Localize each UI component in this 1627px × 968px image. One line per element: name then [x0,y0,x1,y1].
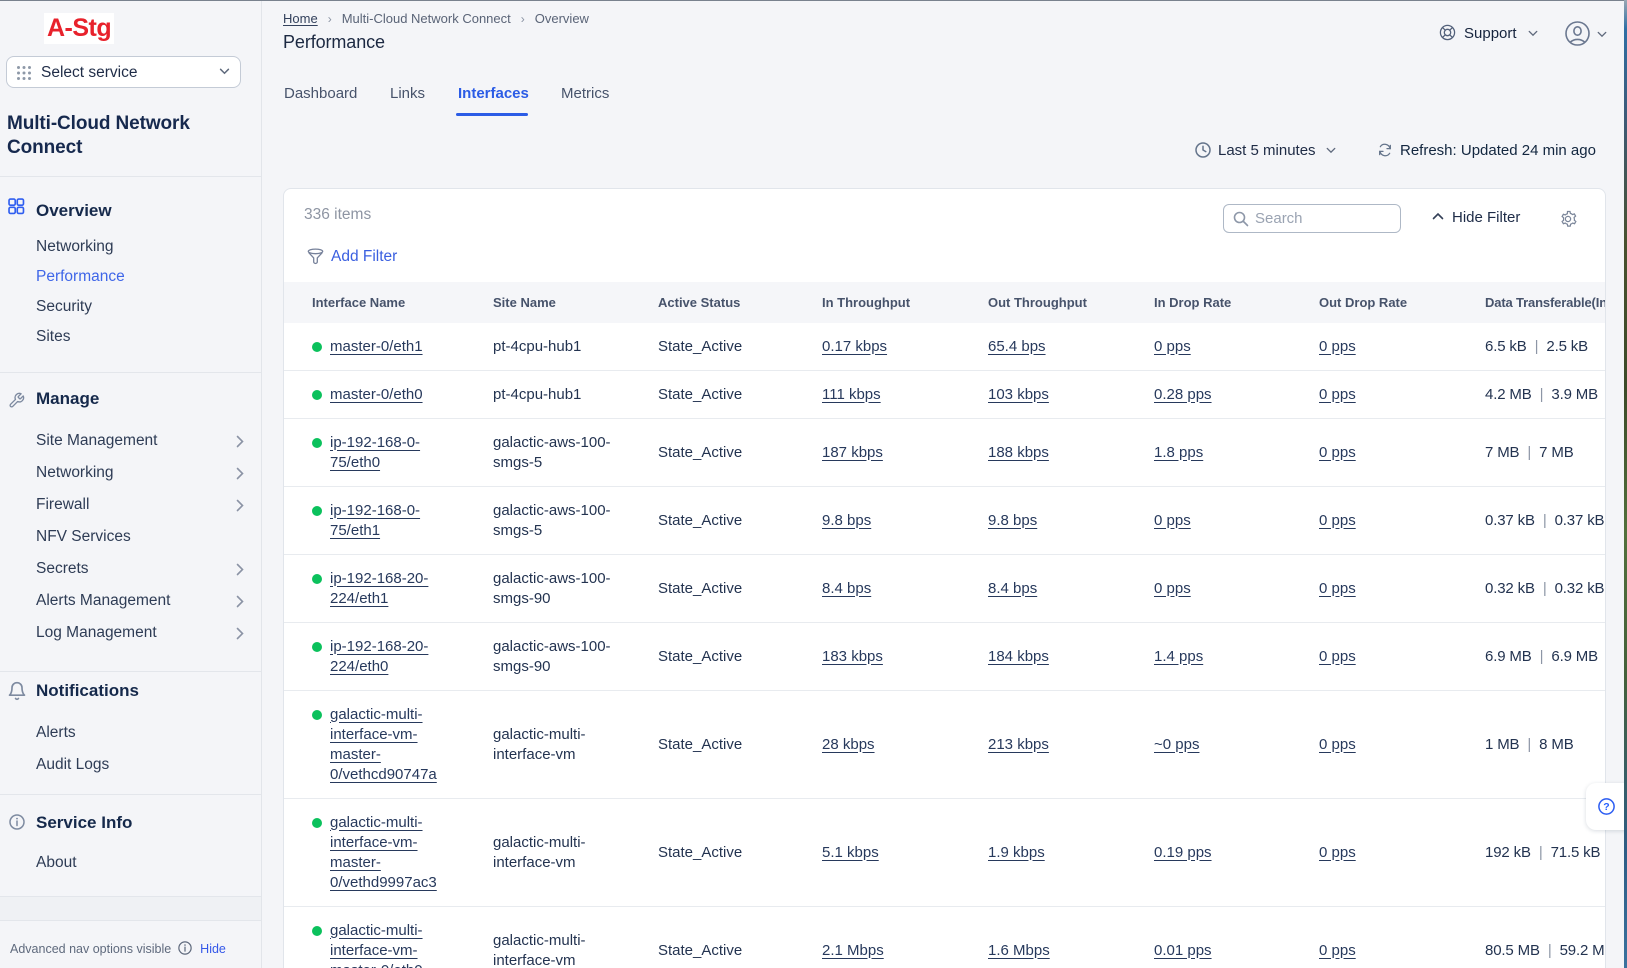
svg-text:?: ? [1603,801,1609,813]
